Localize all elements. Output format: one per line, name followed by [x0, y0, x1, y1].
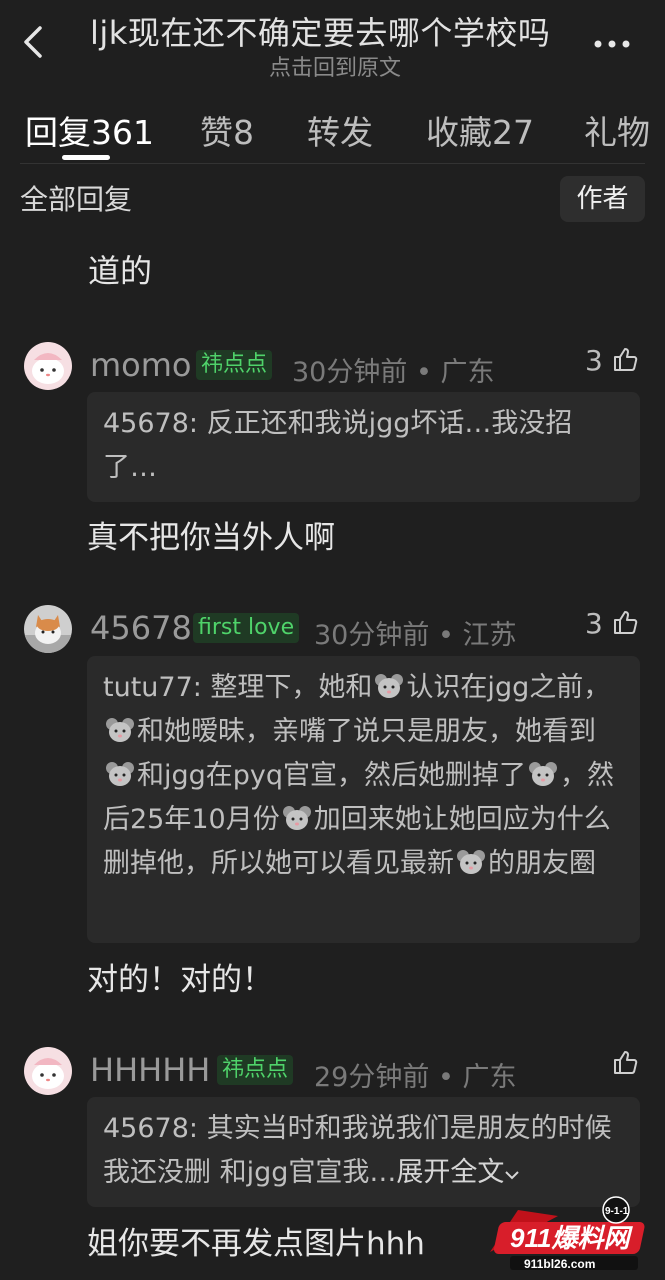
author-only-button[interactable]: 作者: [560, 176, 645, 222]
tab-count: 8: [233, 113, 254, 152]
tab-reposts[interactable]: 转发: [307, 106, 373, 154]
watermark-brand: 911爆料网: [510, 1223, 633, 1253]
comment-meta: 30分钟前 • 江苏: [314, 620, 517, 651]
tab-label: 回复: [25, 113, 91, 152]
username[interactable]: HHHHH: [90, 1051, 210, 1089]
mouse-emoji-icon: [374, 669, 404, 698]
tab-favorites[interactable]: 收藏27: [426, 106, 534, 154]
watermark-logo: 911爆料网 911bl26.com 9-1-1: [488, 1192, 658, 1272]
tab-label: 礼物: [584, 113, 650, 152]
thumbs-up-icon[interactable]: [612, 1049, 638, 1075]
like-count: 3: [585, 344, 603, 377]
mouse-emoji-icon: [105, 757, 135, 786]
tab-gifts[interactable]: 礼物: [584, 106, 665, 154]
username[interactable]: momo: [90, 346, 192, 384]
quote-text: 的朋友圈: [488, 848, 596, 879]
fan-badge: 祎点点: [217, 1055, 294, 1085]
watermark-url: 911bl26.com: [524, 1257, 595, 1271]
watermark-tag: 9-1-1: [605, 1206, 629, 1217]
active-tab-indicator: [62, 155, 110, 160]
divider: [20, 163, 645, 164]
quote-text: 和jgg在pyq官宣，然后她删掉了: [137, 760, 527, 791]
avatar[interactable]: [24, 1047, 72, 1095]
quoted-reply[interactable]: tutu77: 整理下，她和 认识在jgg之前， 和她暧昧，亲嘴了说只是朋友，她看到…: [87, 656, 640, 943]
tab-replies[interactable]: 回复361: [25, 106, 154, 154]
comment-body: 姐你要不再发点图片hhh: [87, 1226, 425, 1262]
comment-body: 对的！对的！: [87, 962, 273, 998]
username[interactable]: 45678: [90, 609, 192, 647]
comment-meta: 29分钟前 • 广东: [314, 1062, 517, 1093]
quoted-reply[interactable]: 45678: 反正还和我说jgg坏话…我没招了…: [87, 392, 640, 502]
quote-text: 45678: 其实当时和我说我们是朋友的时候我还没删 和jgg官宣我…: [103, 1113, 612, 1188]
comment-meta: 30分钟前 • 广东: [292, 357, 495, 388]
reply-text: 道的: [88, 252, 153, 290]
back-to-post-link[interactable]: 点击回到原文: [90, 50, 580, 82]
mouse-emoji-icon: [282, 801, 312, 830]
quote-text: tutu77: 整理下，她和: [103, 672, 373, 703]
chevron-down-icon[interactable]: [504, 1157, 520, 1188]
thumbs-up-icon[interactable]: [612, 609, 638, 635]
tab-label: 赞: [200, 113, 233, 152]
comment-body: 真不把你当外人啊: [87, 520, 335, 556]
mouse-emoji-icon: [456, 845, 486, 874]
post-title[interactable]: ljk现在还不确定要去哪个学校吗: [90, 8, 580, 54]
mouse-emoji-icon: [105, 713, 135, 742]
expand-full-text-link[interactable]: 展开全文: [396, 1157, 504, 1188]
tab-label: 收藏: [426, 113, 492, 152]
tab-count: 27: [492, 113, 534, 152]
mouse-emoji-icon: [528, 757, 558, 786]
tab-likes[interactable]: 赞8: [200, 106, 254, 154]
tab-label: 转发: [307, 113, 373, 152]
fan-badge: 祎点点: [196, 350, 273, 380]
all-replies-filter[interactable]: 全部回复: [20, 178, 132, 218]
avatar[interactable]: [24, 342, 72, 390]
quote-text: 和她暧昧，亲嘴了说只是朋友，她看到: [137, 716, 596, 747]
quoted-reply[interactable]: 45678: 其实当时和我说我们是朋友的时候我还没删 和jgg官宣我…展开全文: [87, 1097, 640, 1207]
avatar[interactable]: [24, 605, 72, 653]
tab-count: 361: [91, 113, 154, 152]
more-options-icon[interactable]: [592, 36, 632, 50]
like-count: 3: [585, 607, 603, 640]
back-arrow-icon[interactable]: [18, 22, 54, 62]
quote-text: 认识在jgg之前，: [406, 672, 611, 703]
thumbs-up-icon[interactable]: [612, 346, 638, 372]
fan-badge: first love: [193, 613, 300, 643]
